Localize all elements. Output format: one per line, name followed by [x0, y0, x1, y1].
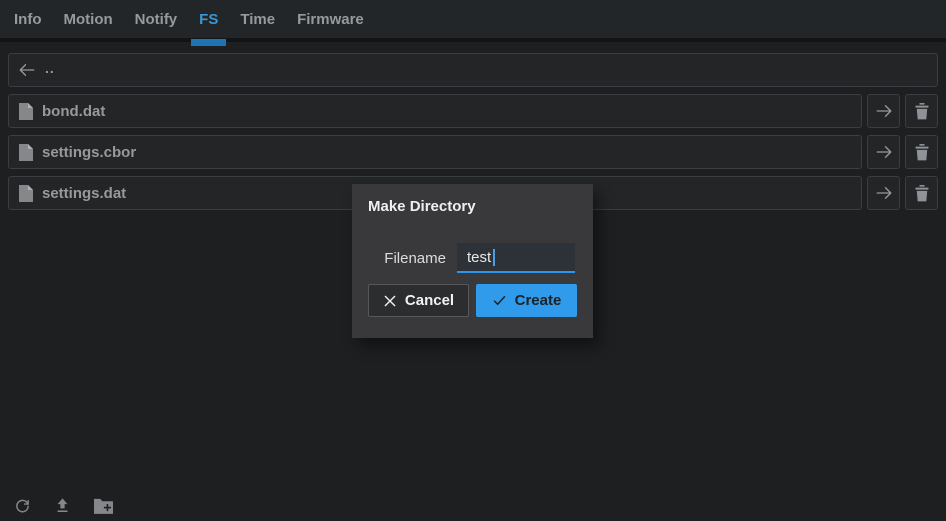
create-button-label: Create — [515, 292, 562, 309]
delete-file-button[interactable] — [905, 176, 938, 210]
upload-button[interactable] — [54, 497, 71, 514]
delete-file-button[interactable] — [905, 94, 938, 128]
arrow-right-icon — [875, 102, 893, 120]
filename-row: Filename test — [368, 243, 577, 273]
parent-directory-row: .. — [8, 53, 938, 87]
table-row: bond.dat — [8, 94, 938, 128]
file-icon — [19, 144, 33, 161]
tab-time[interactable]: Time — [232, 0, 283, 40]
cancel-button[interactable]: Cancel — [368, 284, 469, 317]
parent-directory-button[interactable]: .. — [8, 53, 938, 87]
tab-notify[interactable]: Notify — [127, 0, 186, 40]
create-button[interactable]: Create — [476, 284, 577, 317]
tab-motion[interactable]: Motion — [56, 0, 121, 40]
table-row: settings.cbor — [8, 135, 938, 169]
tab-fs[interactable]: FS — [191, 0, 226, 40]
file-icon — [19, 103, 33, 120]
upload-icon — [54, 497, 71, 514]
filename-input[interactable]: test — [457, 243, 575, 273]
text-caret — [493, 249, 495, 266]
open-file-button[interactable] — [867, 135, 900, 169]
parent-directory-label: .. — [45, 60, 55, 76]
file-name: settings.dat — [42, 185, 126, 202]
arrow-right-icon — [875, 184, 893, 202]
refresh-button[interactable] — [14, 497, 31, 514]
check-icon — [492, 293, 507, 308]
file-entry[interactable]: settings.cbor — [8, 135, 862, 169]
back-arrow-icon — [18, 61, 36, 79]
file-icon — [19, 185, 33, 202]
trash-icon — [914, 144, 930, 161]
file-name: settings.cbor — [42, 144, 136, 161]
file-name: bond.dat — [42, 103, 105, 120]
delete-file-button[interactable] — [905, 135, 938, 169]
tab-bar: Info Motion Notify FS Time Firmware — [0, 0, 946, 42]
make-directory-dialog: Make Directory Filename test Cancel Crea… — [352, 184, 593, 338]
refresh-icon — [14, 497, 31, 514]
close-icon — [383, 294, 397, 308]
file-entry[interactable]: bond.dat — [8, 94, 862, 128]
trash-icon — [914, 103, 930, 120]
dialog-title: Make Directory — [368, 198, 577, 215]
cancel-button-label: Cancel — [405, 292, 454, 309]
footer-toolbar — [14, 497, 113, 514]
arrow-right-icon — [875, 143, 893, 161]
new-folder-icon — [94, 498, 113, 514]
new-folder-button[interactable] — [94, 498, 113, 514]
trash-icon — [914, 185, 930, 202]
filename-label: Filename — [384, 250, 446, 267]
open-file-button[interactable] — [867, 94, 900, 128]
open-file-button[interactable] — [867, 176, 900, 210]
tab-info[interactable]: Info — [6, 0, 50, 40]
dialog-buttons: Cancel Create — [368, 284, 577, 317]
tab-firmware[interactable]: Firmware — [289, 0, 372, 40]
filename-value: test — [467, 249, 491, 266]
